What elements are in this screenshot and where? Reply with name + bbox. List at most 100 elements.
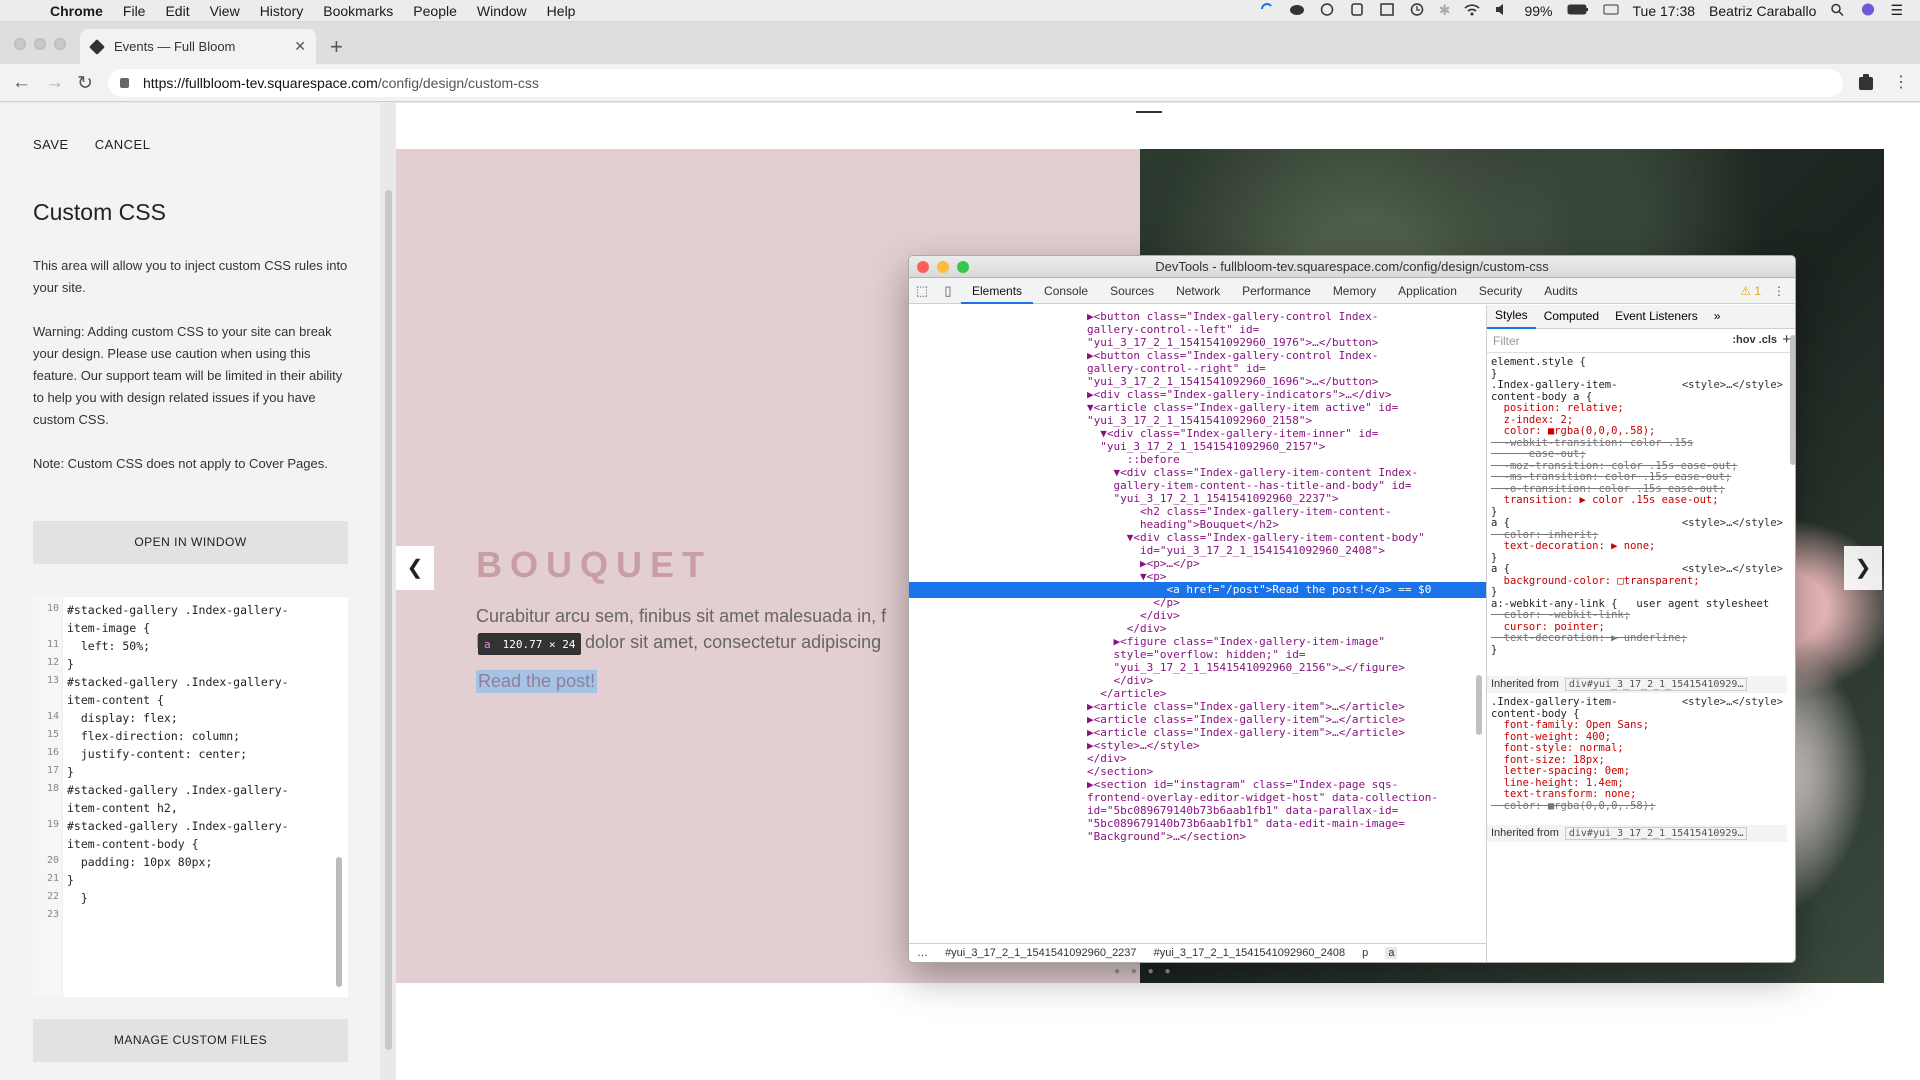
styles-filter-input[interactable]: Filter :hov .cls +	[1487, 329, 1795, 353]
tab-computed[interactable]: Computed	[1536, 305, 1607, 328]
preview-handle[interactable]	[1136, 111, 1162, 113]
gallery-next-button[interactable]: ❯	[1844, 546, 1882, 590]
line-number: 22	[46, 891, 59, 902]
css-selector-line[interactable]: element.style {	[1487, 356, 1787, 369]
tab-console[interactable]: Console	[1033, 278, 1099, 304]
menu-bookmarks[interactable]: Bookmarks	[313, 3, 403, 19]
shield-icon[interactable]	[1342, 2, 1372, 19]
tab-audits[interactable]: Audits	[1533, 278, 1588, 304]
save-button[interactable]: SAVE	[33, 137, 69, 152]
breadcrumb-content[interactable]: #yui_3_17_2_1_1541541092960_2237	[945, 947, 1136, 959]
menu-file[interactable]: File	[113, 3, 156, 19]
css-property-line[interactable]: background-color: □transparent;	[1487, 575, 1787, 588]
styles-scrollbar[interactable]	[1790, 335, 1795, 465]
css-property-line[interactable]: color: ■rgba(0,0,0,.58);	[1487, 800, 1787, 813]
breadcrumb-p[interactable]: p	[1362, 947, 1368, 959]
read-post-link[interactable]: Read the post!	[476, 670, 598, 693]
devtools-close-button[interactable]	[917, 261, 929, 273]
chrome-menu-icon[interactable]: ⋮	[1893, 72, 1909, 92]
breadcrumb-more[interactable]: …	[917, 947, 928, 959]
sync-icon[interactable]	[1252, 2, 1282, 19]
keyboard-icon[interactable]	[1596, 3, 1626, 19]
css-text: cursor: pointer;	[1491, 620, 1605, 633]
warning-badge[interactable]: ⚠ 1	[1740, 284, 1773, 298]
address-bar[interactable]: https://fullbloom-tev.squarespace.com/co…	[108, 69, 1843, 97]
volume-icon[interactable]	[1487, 3, 1517, 19]
line-number: 16	[46, 747, 59, 758]
tab-close-icon[interactable]: ✕	[294, 38, 306, 55]
window-icon[interactable]	[1372, 2, 1402, 19]
tab-performance[interactable]: Performance	[1231, 278, 1322, 304]
clock[interactable]: Tue 17:38	[1626, 3, 1703, 19]
menu-view[interactable]: View	[200, 3, 250, 19]
browser-tab[interactable]: Events — Full Bloom ✕	[80, 29, 316, 64]
tab-elements[interactable]: Elements	[961, 278, 1034, 304]
inherited-target-2[interactable]: div#yui_3_17_2_1_15415410929…	[1564, 827, 1748, 840]
devtools-minimize-button[interactable]	[937, 261, 949, 273]
open-in-window-button[interactable]: OPEN IN WINDOW	[33, 521, 348, 564]
tab-network[interactable]: Network	[1165, 278, 1231, 304]
devtools-zoom-button[interactable]	[957, 261, 969, 273]
elements-tree[interactable]: ▶<button class="Index-gallery-control In…	[909, 305, 1486, 929]
inherited-target[interactable]: div#yui_3_17_2_1_15415410929…	[1564, 678, 1748, 691]
devtools-menu-icon[interactable]: ⋮	[1773, 284, 1795, 298]
tab-styles[interactable]: Styles	[1487, 305, 1536, 329]
gallery-indicators[interactable]: ● ● ● ●	[1114, 966, 1175, 977]
css-property-line[interactable]: text-decoration: ▶ underline;	[1487, 632, 1787, 645]
tab-sources[interactable]: Sources	[1099, 278, 1165, 304]
menu-edit[interactable]: Edit	[155, 3, 199, 19]
battery-percent[interactable]: 99%	[1517, 3, 1559, 19]
editor-scrollbar[interactable]	[336, 857, 342, 987]
panel-scrollbar[interactable]	[385, 190, 392, 1050]
menu-window[interactable]: Window	[467, 3, 537, 19]
tab-more[interactable]: »	[1706, 305, 1729, 328]
reload-icon[interactable]: ↻	[77, 72, 93, 95]
cancel-button[interactable]: CANCEL	[95, 137, 151, 152]
css-selector-line[interactable]: }	[1487, 644, 1787, 657]
style-source-link[interactable]: <style>…</style>	[1682, 379, 1783, 392]
blocked-icon[interactable]	[1312, 2, 1342, 19]
lock-icon[interactable]	[120, 78, 129, 88]
breadcrumb-content-body[interactable]: #yui_3_17_2_1_1541541092960_2408	[1154, 947, 1345, 959]
siri-icon[interactable]	[1853, 3, 1883, 19]
window-close-button[interactable]	[14, 38, 26, 50]
menu-help[interactable]: Help	[537, 3, 586, 19]
gallery-prev-button[interactable]: ❮	[396, 546, 434, 590]
css-text: a {	[1491, 563, 1510, 575]
bluetooth-icon[interactable]: ✱	[1432, 2, 1458, 19]
elements-scrollbar[interactable]	[1476, 675, 1482, 735]
menu-people[interactable]: People	[403, 3, 467, 19]
forward-icon[interactable]: →	[45, 72, 64, 94]
extension-icon[interactable]	[1858, 73, 1874, 91]
css-property-line[interactable]: transition: ▶ color .15s ease-out;	[1487, 494, 1787, 507]
device-toolbar-icon[interactable]: ▯	[935, 283, 961, 299]
css-text: -ms-transition: color .15s ease-out;	[1491, 471, 1732, 483]
css-code-editor[interactable]: 10 #stacked-gallery .Index-gallery-item-i…	[33, 597, 348, 997]
user-name[interactable]: Beatriz Caraballo	[1702, 3, 1823, 19]
window-zoom-button[interactable]	[54, 38, 66, 50]
filter-options[interactable]: :hov .cls	[1732, 334, 1777, 346]
time-machine-icon[interactable]	[1402, 2, 1432, 19]
tab-event-listeners[interactable]: Event Listeners	[1607, 305, 1706, 328]
new-tab-icon[interactable]: +	[330, 34, 343, 60]
dom-node-line[interactable]: "Background">…</section>	[909, 829, 1486, 845]
window-minimize-button[interactable]	[34, 38, 46, 50]
menu-app-name[interactable]: Chrome	[40, 3, 113, 19]
tab-security[interactable]: Security	[1468, 278, 1533, 304]
css-property-line[interactable]: text-decoration: ▶ none;	[1487, 540, 1787, 553]
breadcrumb-a[interactable]: a	[1385, 947, 1398, 959]
style-source-link[interactable]: <style>…</style>	[1682, 517, 1783, 530]
tab-memory[interactable]: Memory	[1322, 278, 1387, 304]
menu-history[interactable]: History	[250, 3, 314, 19]
style-source-link[interactable]: <style>…</style>	[1682, 696, 1783, 709]
spotlight-icon[interactable]	[1823, 3, 1853, 19]
code-text: item-content h2,	[67, 801, 178, 815]
manage-custom-files-button[interactable]: MANAGE CUSTOM FILES	[33, 1019, 348, 1062]
back-icon[interactable]: ←	[12, 72, 31, 94]
cloud-icon[interactable]	[1282, 3, 1312, 19]
inspect-element-icon[interactable]: ⬚	[909, 283, 935, 299]
battery-icon[interactable]	[1560, 3, 1596, 19]
notification-center-icon[interactable]: ☰	[1883, 2, 1910, 19]
wifi-icon[interactable]	[1457, 3, 1487, 19]
tab-application[interactable]: Application	[1387, 278, 1468, 304]
